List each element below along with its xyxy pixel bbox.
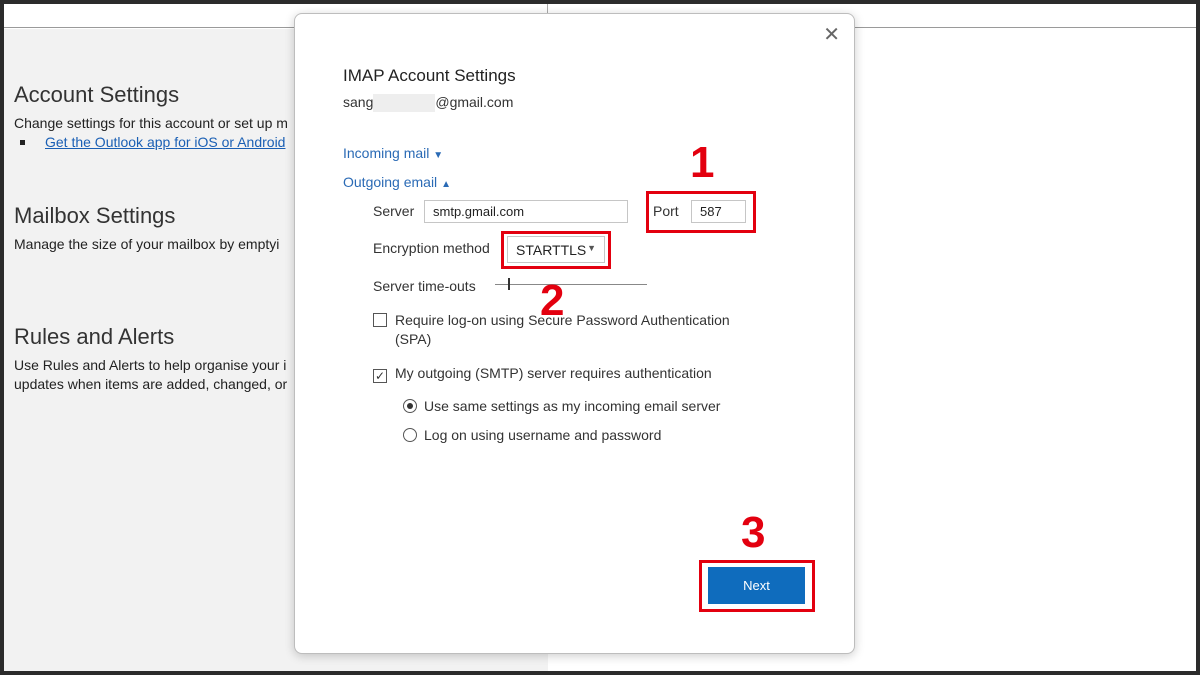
spa-checkbox[interactable] [373,313,387,327]
account-email: sang @gmail.com [343,94,514,113]
annotation-box-port [646,191,756,233]
mailbox-settings-section: Mailbox Settings Manage the size of your… [14,203,279,254]
timeouts-label: Server time-outs [373,278,476,294]
incoming-label: Incoming mail [343,145,430,161]
annotation-box-next [699,560,815,612]
close-icon[interactable]: ✕ [823,22,840,47]
annotation-number-1: 1 [690,138,715,187]
radio-logon-label: Log on using username and password [424,427,662,443]
redacted-block [373,94,436,113]
radio-same-label: Use same settings as my incoming email s… [424,398,721,414]
outgoing-label: Outgoing email [343,174,438,190]
mailbox-settings-desc: Manage the size of your mailbox by empty… [14,236,280,252]
rules-alerts-title: Rules and Alerts [14,324,175,349]
server-input[interactable]: smtp.gmail.com [424,200,628,223]
incoming-mail-toggle[interactable]: Incoming mail ▼ [343,145,443,161]
account-settings-section: Account Settings Change settings for thi… [14,82,288,152]
encryption-label: Encryption method [373,240,490,256]
outlook-app-link[interactable]: Get the Outlook app for iOS or Android [45,134,285,150]
server-label: Server [373,203,415,219]
rules-desc-2: updates when items are added, changed, o… [14,376,288,392]
radio-same-settings[interactable]: Use same settings as my incoming email s… [403,398,720,414]
dialog-title: IMAP Account Settings [343,66,516,85]
rules-desc-1: Use Rules and Alerts to help organise yo… [14,357,287,373]
annotation-box-encryption [501,231,611,269]
spa-label-2: (SPA) [395,331,432,347]
radio-selected-icon[interactable] [403,399,417,413]
radio-logon[interactable]: Log on using username and password [403,427,661,443]
radio-icon[interactable] [403,428,417,442]
check-icon[interactable]: ✓ [373,369,387,383]
timeouts-slider[interactable] [495,278,647,290]
smtp-auth-checkbox-row[interactable]: ✓ My outgoing (SMTP) server requires auth… [373,365,712,383]
imap-settings-dialog: ✕ IMAP Account Settings sang @gmail.com I… [294,13,855,654]
rules-alerts-section: Rules and Alerts Use Rules and Alerts to… [14,324,287,394]
smtp-auth-label: My outgoing (SMTP) server requires authe… [395,365,712,381]
annotation-number-2: 2 [540,276,565,325]
annotation-number-3: 3 [741,508,766,557]
slider-thumb[interactable] [508,278,510,290]
outgoing-email-toggle[interactable]: Outgoing email ▲ [343,174,451,190]
email-prefix: sang [343,94,374,110]
account-settings-title: Account Settings [14,82,180,107]
account-settings-desc: Change settings for this account or set … [14,115,288,131]
mailbox-settings-title: Mailbox Settings [14,203,176,228]
chevron-up-icon: ▲ [441,179,451,190]
email-suffix: @gmail.com [435,94,514,110]
chevron-down-icon: ▼ [433,150,444,161]
bullet-icon [20,140,25,145]
